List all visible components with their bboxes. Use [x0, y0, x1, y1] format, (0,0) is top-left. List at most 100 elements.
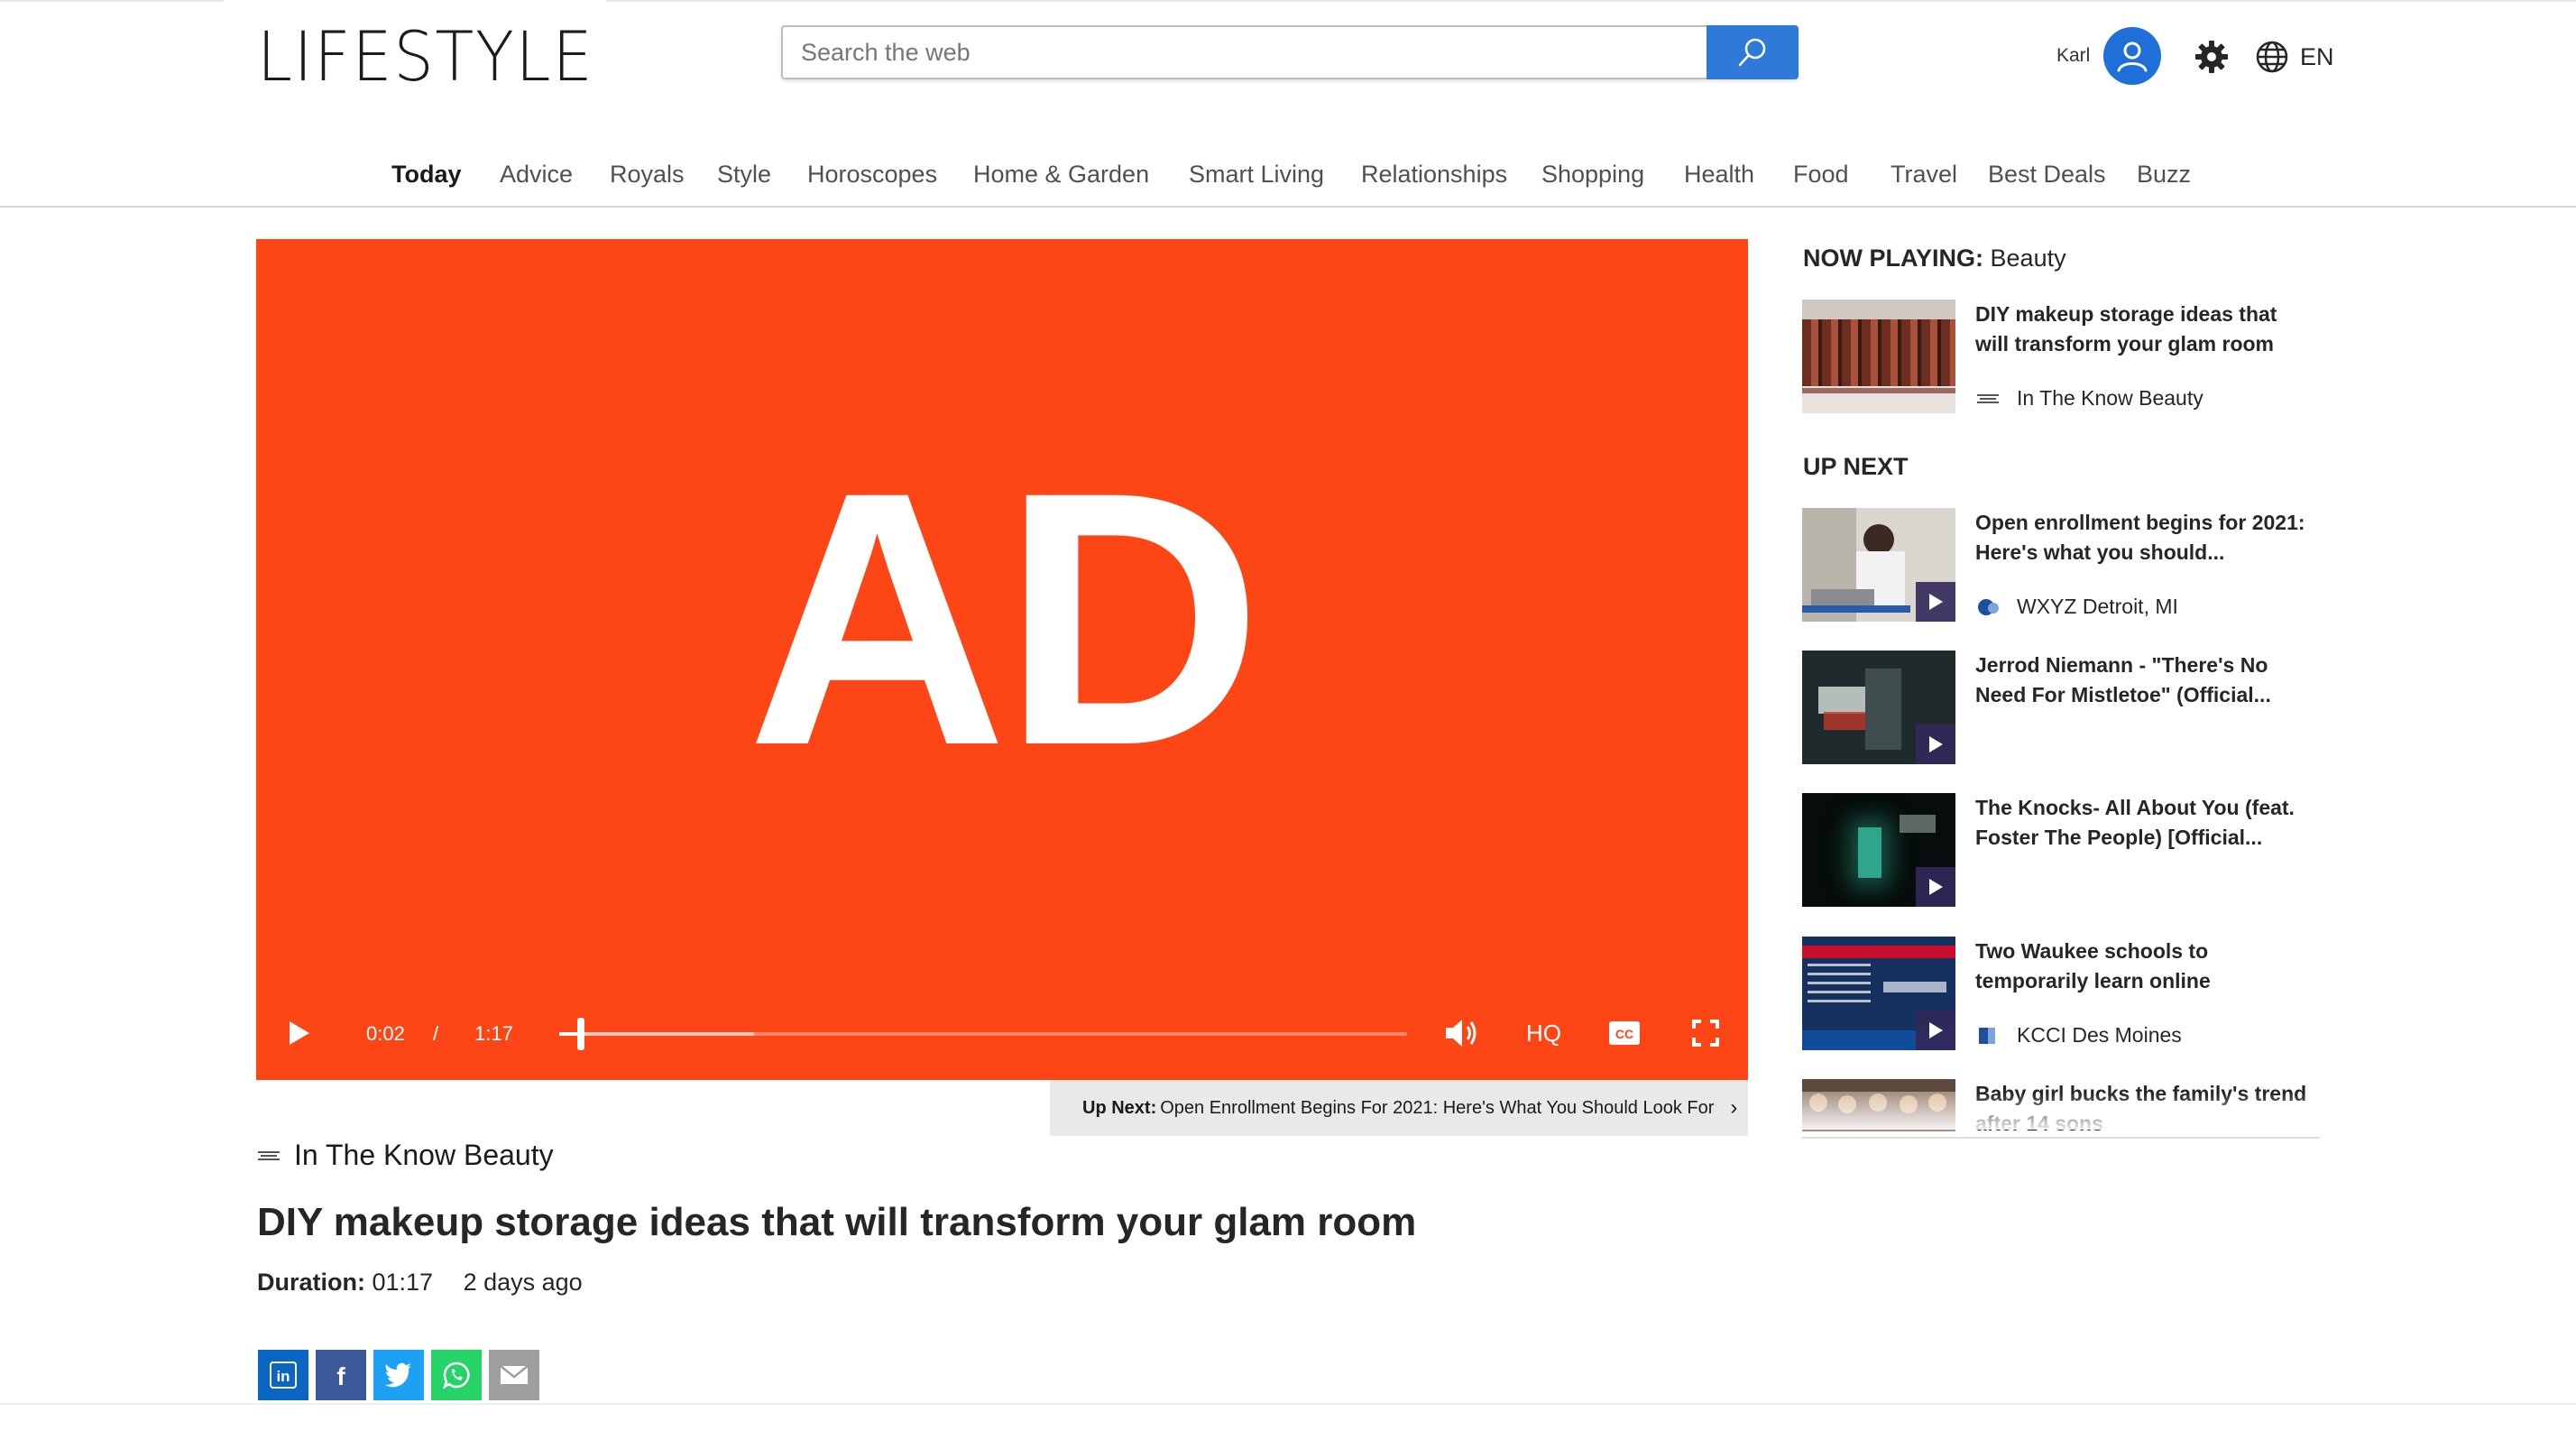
current-time: 0:02 [366, 1022, 405, 1045]
captions-icon[interactable]: CC [1608, 1020, 1641, 1047]
top-border [0, 0, 2576, 2]
nav-item-home-garden[interactable]: Home & Garden [973, 161, 1149, 189]
email-icon [500, 1365, 529, 1384]
play-icon [1929, 736, 1943, 752]
play-badge [1916, 582, 1955, 622]
nav-item-best-deals[interactable]: Best Deals [1988, 161, 2106, 189]
video-thumbnail [1802, 651, 1955, 764]
play-badge [1916, 867, 1955, 907]
up-next-item[interactable]: Open enrollment begins for 2021: Here's … [1802, 508, 2307, 623]
up-next-item[interactable]: Jerrod Niemann - "There's No Need For Mi… [1802, 651, 2307, 766]
nav-item-smart-living[interactable]: Smart Living [1189, 161, 1324, 189]
up-next-label: Up Next: [1082, 1097, 1157, 1118]
source-logo-icon [258, 1150, 280, 1160]
play-icon[interactable] [288, 1020, 311, 1047]
nav-item-style[interactable]: Style [717, 161, 771, 189]
nav-item-royals[interactable]: Royals [610, 161, 685, 189]
nav-item-food[interactable]: Food [1793, 161, 1849, 189]
up-next-item-title[interactable]: Jerrod Niemann - "There's No Need For Mi… [1975, 651, 2311, 710]
gear-icon[interactable] [2194, 39, 2230, 75]
nav-item-travel[interactable]: Travel [1891, 161, 1957, 189]
svg-text:CC: CC [1615, 1027, 1633, 1041]
source-name[interactable]: In The Know Beauty [294, 1139, 554, 1172]
chevron-right-icon: › [1730, 1095, 1738, 1120]
nav-item-health[interactable]: Health [1684, 161, 1754, 189]
nav-item-shopping[interactable]: Shopping [1541, 161, 1644, 189]
twitter-icon [385, 1362, 411, 1388]
video-player[interactable]: AD [256, 239, 1748, 1080]
video-title: DIY makeup storage ideas that will trans… [257, 1200, 1417, 1244]
up-next-item-source: KCCI Des Moines [1975, 1023, 2182, 1048]
svg-text:in: in [276, 1368, 290, 1385]
play-icon [1929, 1022, 1943, 1038]
quality-toggle[interactable]: HQ [1526, 1020, 1561, 1048]
now-playing-thumbnail [1802, 300, 1955, 413]
play-badge [1916, 725, 1955, 764]
source-name: KCCI Des Moines [2017, 1023, 2182, 1047]
volume-icon[interactable] [1444, 1017, 1480, 1049]
now-playing-title[interactable]: DIY makeup storage ideas that will trans… [1975, 300, 2311, 359]
up-next-title: Open Enrollment Begins For 2021: Here's … [1160, 1097, 1715, 1118]
now-playing-header: NOW PLAYING: Beauty [1803, 245, 2066, 272]
now-playing-category: Beauty [1990, 245, 2066, 272]
video-thumbnail [1802, 508, 1955, 622]
email-share-button[interactable] [489, 1350, 539, 1400]
abc-logo-icon [1978, 598, 1999, 615]
category-nav: Today Advice Royals Style Horoscopes Hom… [0, 161, 2576, 206]
facebook-share-button[interactable]: f [316, 1350, 366, 1400]
duration-value: 01:17 [372, 1269, 434, 1296]
svg-text:f: f [336, 1362, 345, 1389]
site-logo[interactable]: LIFESTYLE [257, 16, 593, 97]
up-next-item-source: WXYZ Detroit, MI [1975, 595, 2178, 619]
up-next-item[interactable]: Two Waukee schools to temporarily learn … [1802, 937, 2307, 1052]
nav-item-today[interactable]: Today [391, 161, 462, 189]
user-icon [2117, 42, 2148, 72]
video-meta: Duration: 01:17 2 days ago [257, 1269, 583, 1297]
rail-divider [1802, 1137, 2320, 1139]
nav-item-buzz[interactable]: Buzz [2137, 161, 2191, 189]
search-box[interactable] [781, 25, 1799, 79]
now-playing-source: In The Know Beauty [1975, 386, 2203, 411]
play-badge [1916, 1011, 1955, 1050]
up-next-item-title[interactable]: Two Waukee schools to temporarily learn … [1975, 937, 2311, 996]
ad-label: AD [747, 417, 1263, 820]
kcci-logo-icon [1979, 1027, 1995, 1044]
now-playing-item[interactable]: DIY makeup storage ideas that will trans… [1802, 300, 2307, 413]
up-next-item-title[interactable]: Open enrollment begins for 2021: Here's … [1975, 508, 2311, 568]
nav-divider [0, 206, 2576, 208]
play-icon [1929, 594, 1943, 610]
up-next-item-title[interactable]: The Knocks- All About You (feat. Foster … [1975, 793, 2311, 853]
nav-item-advice[interactable]: Advice [500, 161, 573, 189]
fullscreen-icon[interactable] [1692, 1020, 1719, 1047]
up-next-item[interactable]: The Knocks- All About You (feat. Foster … [1802, 793, 2307, 909]
linkedin-share-button[interactable]: in [258, 1350, 308, 1400]
search-icon [1738, 38, 1766, 67]
up-next-header: UP NEXT [1803, 453, 1909, 480]
now-playing-source-name: In The Know Beauty [2017, 386, 2203, 410]
search-input[interactable] [783, 27, 1710, 78]
nav-item-horoscopes[interactable]: Horoscopes [807, 161, 937, 189]
published-age: 2 days ago [463, 1269, 583, 1296]
whatsapp-icon [442, 1362, 470, 1389]
video-source[interactable]: In The Know Beauty [258, 1139, 554, 1172]
play-icon [1929, 879, 1943, 895]
facebook-icon: f [336, 1362, 345, 1389]
video-thumbnail [1802, 937, 1955, 1050]
seek-handle[interactable] [577, 1018, 585, 1050]
whatsapp-share-button[interactable] [431, 1350, 482, 1400]
share-buttons: in f [258, 1350, 539, 1400]
rail-fade [1802, 1094, 2320, 1130]
linkedin-icon: in [270, 1362, 297, 1389]
time-separator: / [433, 1022, 439, 1045]
up-next-bar[interactable]: Up Next: Open Enrollment Begins For 2021… [1050, 1080, 1748, 1136]
globe-icon[interactable] [2254, 39, 2290, 75]
search-button[interactable] [1707, 25, 1799, 79]
nav-item-relationships[interactable]: Relationships [1361, 161, 1507, 189]
language-selector[interactable]: EN [2300, 43, 2334, 71]
duration-label: Duration: [257, 1269, 365, 1296]
user-name[interactable]: Karl [2056, 45, 2090, 67]
twitter-share-button[interactable] [373, 1350, 424, 1400]
source-logo-icon [1977, 393, 1999, 403]
buffer-bar [559, 1032, 755, 1036]
avatar[interactable] [2103, 27, 2161, 85]
